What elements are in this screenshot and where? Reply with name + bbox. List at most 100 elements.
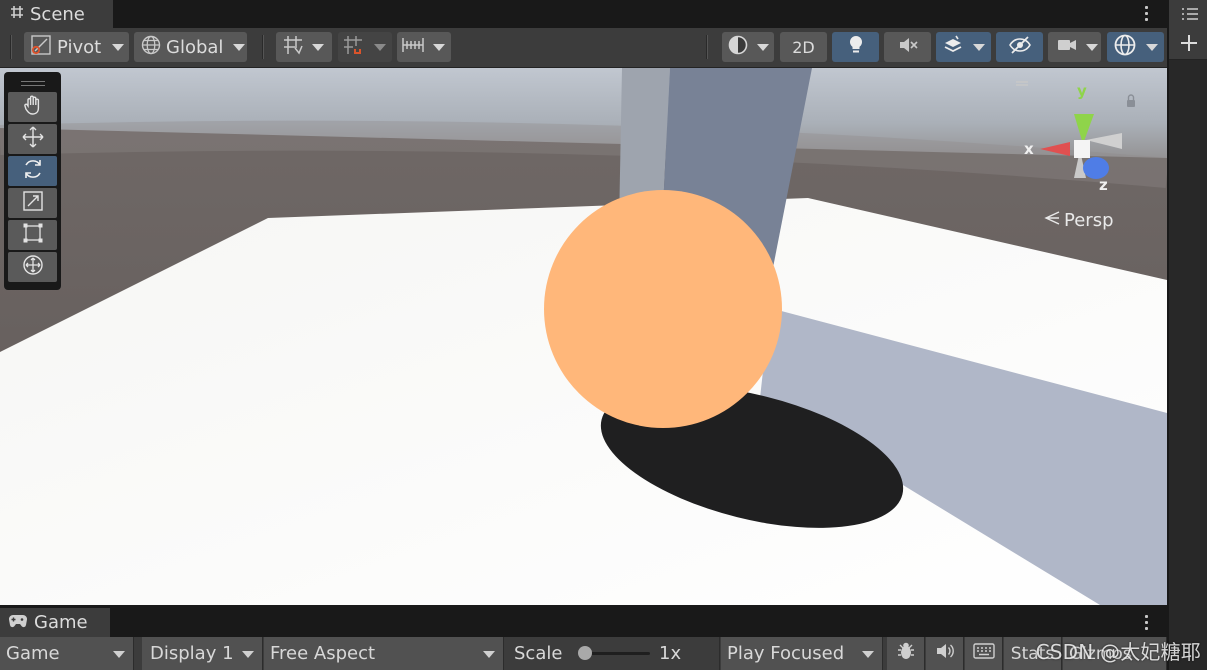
display-value: Display 1	[150, 643, 234, 664]
right-dock-panel	[1167, 0, 1207, 670]
aspect-select[interactable]: Free Aspect	[264, 637, 504, 670]
gizmos-icon	[1113, 33, 1137, 62]
grid-snap-icon	[282, 34, 304, 61]
move-tool-button[interactable]	[8, 124, 57, 154]
pivot-label: Pivot	[57, 36, 102, 58]
grid-snap-dropdown[interactable]	[276, 32, 332, 62]
play-mode-value: Play Focused	[727, 643, 845, 664]
shading-mode-dropdown[interactable]	[722, 32, 774, 62]
chevron-down-icon	[973, 43, 985, 51]
tab-game[interactable]: Game	[0, 608, 110, 637]
scale-control: Scale 1x	[505, 637, 720, 670]
debug-toggle-button[interactable]	[887, 637, 925, 670]
gamepad-icon	[8, 613, 28, 633]
chevron-down-icon	[112, 43, 125, 51]
global-dropdown[interactable]: Global	[134, 32, 247, 62]
toolbar-grip	[10, 35, 12, 59]
rect-tool-button[interactable]	[8, 220, 57, 250]
transform-tool-button[interactable]	[8, 252, 57, 282]
rotate-icon	[21, 157, 45, 186]
2d-label: 2D	[792, 37, 815, 57]
ruler-dropdown[interactable]	[397, 32, 451, 62]
tab-game-label: Game	[34, 612, 88, 633]
game-more-options-icon[interactable]	[1145, 615, 1149, 633]
chevron-down-icon	[862, 651, 874, 658]
scale-value: 1x	[659, 643, 682, 664]
chevron-down-icon	[113, 651, 125, 658]
hidden-eye-icon	[1008, 34, 1032, 61]
tab-scene[interactable]: Scene	[0, 0, 113, 28]
display-select[interactable]: Display 1	[142, 637, 263, 670]
game-view-value: Game	[6, 643, 60, 664]
audio-toggle-button[interactable]	[884, 32, 931, 62]
move-arrows-icon	[21, 125, 45, 154]
right-toolbar	[1169, 28, 1207, 60]
camera-icon	[1056, 34, 1078, 61]
audio-mute-button[interactable]	[926, 637, 964, 670]
chevron-down-icon	[1146, 43, 1158, 51]
scene-visibility-toggle-button[interactable]	[996, 32, 1043, 62]
chevron-down-icon	[242, 651, 254, 658]
gizmo-x-label: x	[1024, 140, 1034, 158]
chevron-down-icon	[483, 651, 495, 658]
effects-dropdown[interactable]	[936, 32, 991, 62]
lightbulb-icon	[846, 34, 866, 61]
scale-label: Scale	[514, 643, 563, 664]
list-icon[interactable]	[1181, 6, 1199, 26]
projection-label: Persp	[1064, 210, 1114, 231]
gizmos-dropdown[interactable]	[1107, 32, 1164, 62]
tab-scene-label: Scene	[30, 3, 85, 25]
speaker-icon	[935, 642, 955, 665]
scale-slider-thumb[interactable]	[578, 646, 592, 660]
right-tab-bar	[1169, 0, 1207, 28]
rect-transform-icon	[22, 222, 44, 249]
pivot-icon	[30, 34, 52, 61]
perspective-icon	[1044, 210, 1060, 231]
rotate-tool-button[interactable]	[8, 156, 57, 186]
keyboard-icon	[972, 643, 995, 664]
watermark-text: CSDN @太妃糖耶	[1035, 640, 1201, 664]
game-tab-bar: Game	[0, 605, 1167, 637]
gizmo-z-label: z	[1099, 176, 1108, 194]
scene-more-options-icon[interactable]	[1145, 6, 1149, 24]
play-mode-select[interactable]: Play Focused	[721, 637, 883, 670]
effects-layers-icon	[942, 34, 964, 61]
shading-sphere-icon	[727, 34, 749, 61]
camera-settings-dropdown[interactable]	[1048, 32, 1101, 62]
toolbar-separator	[706, 35, 708, 59]
increment-snap-icon	[342, 34, 364, 61]
scene-tab-bar: Scene	[0, 0, 1167, 28]
chevron-down-icon	[374, 43, 386, 51]
globe-icon	[140, 34, 162, 61]
global-label: Global	[166, 36, 224, 58]
add-icon[interactable]	[1179, 33, 1199, 58]
chevron-down-icon	[433, 43, 445, 51]
keyboard-shortcuts-button[interactable]	[965, 637, 1003, 670]
2d-toggle-button[interactable]: 2D	[780, 32, 827, 62]
transform-icon	[21, 253, 45, 282]
hand-icon	[22, 94, 44, 121]
pivot-dropdown[interactable]: Pivot	[24, 32, 129, 62]
scale-icon	[22, 190, 44, 217]
scene-viewport[interactable]: y x z Persp	[0, 68, 1167, 605]
toolbar-separator	[262, 35, 264, 59]
increment-snap-dropdown[interactable]	[338, 32, 392, 62]
hash-grid-icon	[10, 4, 24, 24]
chevron-down-icon	[312, 43, 324, 51]
chevron-down-icon	[233, 43, 246, 51]
game-view-select[interactable]: Game	[0, 637, 134, 670]
bug-icon	[896, 641, 916, 666]
projection-toggle[interactable]: Persp	[1044, 210, 1114, 231]
hand-tool-button[interactable]	[8, 92, 57, 122]
scene-render	[0, 68, 1167, 605]
aspect-value: Free Aspect	[270, 643, 376, 664]
game-toolbar: Game Display 1 Free Aspect Scale 1x Play…	[0, 637, 1167, 670]
palette-grip[interactable]	[8, 76, 57, 90]
axis-gizmo-graphic	[1006, 81, 1135, 179]
gizmo-y-label: y	[1077, 82, 1087, 100]
tool-palette	[4, 72, 61, 290]
scene-toolbar: Pivot Global 2D	[0, 28, 1167, 68]
scale-tool-button[interactable]	[8, 188, 57, 218]
chevron-down-icon	[757, 43, 769, 51]
lighting-toggle-button[interactable]	[832, 32, 879, 62]
